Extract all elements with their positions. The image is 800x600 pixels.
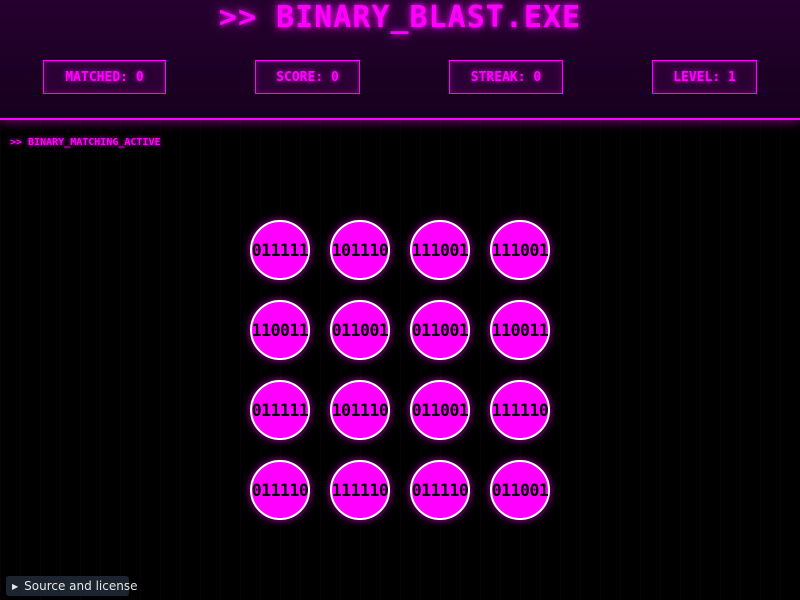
binary-orb[interactable]: 011001 xyxy=(330,300,390,360)
streak-counter: STREAK: 0 xyxy=(449,60,563,94)
binary-orb[interactable]: 011001 xyxy=(410,380,470,440)
status-line: >> BINARY_MATCHING_ACTIVE xyxy=(10,137,161,148)
source-and-license-toggle[interactable]: ▶ Source and license xyxy=(6,576,137,596)
binary-orb-value: 011111 xyxy=(251,400,309,420)
binary-orb[interactable]: 111110 xyxy=(330,460,390,520)
binary-grid: 011111 101110 111001 111001 110011 011001 0110… xyxy=(250,220,552,522)
binary-orb-value: 111110 xyxy=(331,480,389,500)
binary-orb-value: 011111 xyxy=(251,240,309,260)
level-value: 1 xyxy=(727,69,736,85)
score-counter: SCORE: 0 xyxy=(255,60,360,94)
binary-orb[interactable]: 111110 xyxy=(490,380,550,440)
binary-orb-value: 101110 xyxy=(331,400,389,420)
binary-orb-value: 011110 xyxy=(251,480,309,500)
binary-orb-value: 011110 xyxy=(411,480,469,500)
binary-orb-value: 011001 xyxy=(491,480,549,500)
binary-orb[interactable]: 110011 xyxy=(250,300,310,360)
binary-orb[interactable]: 101110 xyxy=(330,380,390,440)
binary-orb-value: 011001 xyxy=(331,320,389,340)
binary-orb-value: 110011 xyxy=(491,320,549,340)
binary-orb-value: 111001 xyxy=(411,240,469,260)
binary-orb[interactable]: 111001 xyxy=(410,220,470,280)
binary-orb-value: 111110 xyxy=(491,400,549,420)
binary-orb[interactable]: 111001 xyxy=(490,220,550,280)
binary-orb[interactable]: 011110 xyxy=(250,460,310,520)
score-value: 0 xyxy=(330,69,339,85)
binary-orb-value: 011001 xyxy=(411,400,469,420)
source-and-license-label: Source and license xyxy=(24,579,138,593)
binary-orb-value: 110011 xyxy=(251,320,309,340)
level-label: LEVEL: xyxy=(673,69,721,85)
binary-orb[interactable]: 011001 xyxy=(490,460,550,520)
binary-orb[interactable]: 101110 xyxy=(330,220,390,280)
binary-orb-value: 011001 xyxy=(411,320,469,340)
binary-orb[interactable]: 011110 xyxy=(410,460,470,520)
matched-value: 0 xyxy=(135,69,144,85)
score-label: SCORE: xyxy=(276,69,324,85)
matched-counter: MATCHED: 0 xyxy=(43,60,166,94)
binary-orb[interactable]: 011001 xyxy=(410,300,470,360)
binary-orb[interactable]: 011111 xyxy=(250,220,310,280)
binary-orb[interactable]: 110011 xyxy=(490,300,550,360)
header-bar: >> BINARY_BLAST.EXE MATCHED: 0 SCORE: 0 … xyxy=(0,0,800,120)
binary-orb-value: 101110 xyxy=(331,240,389,260)
triangle-right-icon: ▶ xyxy=(12,581,19,591)
game-screen: >> BINARY_BLAST.EXE MATCHED: 0 SCORE: 0 … xyxy=(0,0,800,600)
binary-orb-value: 111001 xyxy=(491,240,549,260)
game-title: >> BINARY_BLAST.EXE xyxy=(218,0,582,35)
matched-label: MATCHED: xyxy=(65,69,128,85)
level-counter: LEVEL: 1 xyxy=(652,60,757,94)
binary-orb[interactable]: 011111 xyxy=(250,380,310,440)
streak-label: STREAK: xyxy=(470,69,526,85)
streak-value: 0 xyxy=(533,69,542,85)
